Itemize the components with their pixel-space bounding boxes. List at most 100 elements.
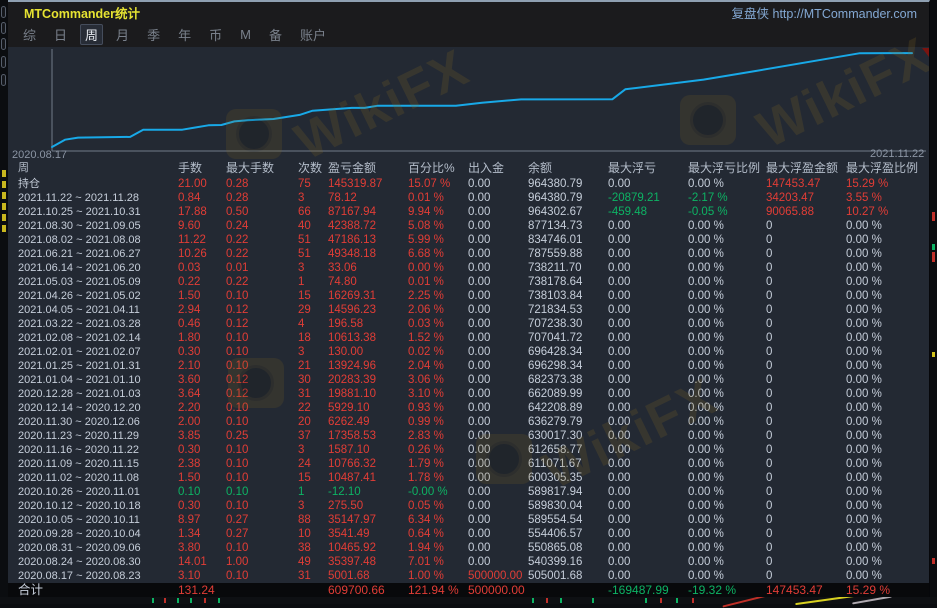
column-header-max-float-loss-pct[interactable]: 最大浮亏比例 bbox=[688, 160, 766, 177]
cell-max-lots: 0.12 bbox=[226, 317, 298, 331]
table-row[interactable]: 2021.11.22 ~ 2021.11.280.840.28378.120.0… bbox=[8, 191, 930, 205]
cell-count: 10 bbox=[298, 527, 328, 541]
table-row[interactable]: 2020.10.05 ~ 2020.10.118.970.278835147.9… bbox=[8, 513, 930, 527]
table-row[interactable]: 2021.02.08 ~ 2021.02.141.800.101810613.3… bbox=[8, 331, 930, 345]
column-header-max-float-loss[interactable]: 最大浮亏 bbox=[608, 160, 688, 177]
cell-period: 2021.08.02 ~ 2021.08.08 bbox=[18, 233, 178, 247]
cell-max-float-profit: 0 bbox=[766, 345, 846, 359]
cell-balance: 554406.57 bbox=[528, 527, 608, 541]
column-header-pct[interactable]: 百分比% bbox=[408, 160, 468, 177]
cell-max-lots: 0.50 bbox=[226, 205, 298, 219]
cell-max-float-profit: 0 bbox=[766, 373, 846, 387]
cell-inout: 0.00 bbox=[468, 261, 528, 275]
brand-link[interactable]: 复盘侠 http://MTCommander.com bbox=[732, 3, 917, 22]
cell-pct: 2.04 % bbox=[408, 359, 468, 373]
table-row[interactable]: 2020.11.16 ~ 2020.11.220.300.1031587.100… bbox=[8, 443, 930, 457]
table-row[interactable]: 2020.11.02 ~ 2020.11.081.500.101510487.4… bbox=[8, 471, 930, 485]
table-row[interactable]: 2021.02.01 ~ 2021.02.070.300.103130.000.… bbox=[8, 345, 930, 359]
background-toolbar-button bbox=[1, 38, 6, 50]
wikifx-watermark-logo bbox=[476, 434, 532, 484]
menu-item-月[interactable]: 月 bbox=[111, 24, 134, 45]
background-yellow-mark bbox=[2, 181, 6, 188]
menu-bar: 综日周月季年币M备账户 bbox=[8, 22, 929, 47]
cell-max-lots: 0.10 bbox=[226, 485, 298, 499]
table-row-holding[interactable]: 持仓21.000.2875145319.8715.07 %0.00964380.… bbox=[8, 177, 930, 191]
cell-lots: 1.50 bbox=[178, 471, 226, 485]
cell-count: 15 bbox=[298, 289, 328, 303]
column-header-pnl[interactable]: 盈亏金额 bbox=[328, 160, 408, 177]
menu-item-M[interactable]: M bbox=[235, 26, 256, 43]
table-row[interactable]: 2021.04.05 ~ 2021.04.112.940.122914596.2… bbox=[8, 303, 930, 317]
cell-period: 2021.08.30 ~ 2021.09.05 bbox=[18, 219, 178, 233]
cell-lots: 0.46 bbox=[178, 317, 226, 331]
cell-max-float-profit: 0 bbox=[766, 261, 846, 275]
cell-count: 88 bbox=[298, 513, 328, 527]
cell-max-float-profit-pct: 0.00 % bbox=[846, 331, 930, 345]
menu-item-币[interactable]: 币 bbox=[204, 24, 227, 45]
cell-balance: 787559.88 bbox=[528, 247, 608, 261]
menu-item-综[interactable]: 综 bbox=[18, 24, 41, 45]
cell-pct: 0.93 % bbox=[408, 401, 468, 415]
cell-pnl: 10465.92 bbox=[328, 541, 408, 555]
candlestick-sliver bbox=[218, 598, 220, 603]
menu-item-日[interactable]: 日 bbox=[49, 24, 72, 45]
cell-balance: 682373.38 bbox=[528, 373, 608, 387]
cell-pnl: 10613.38 bbox=[328, 331, 408, 345]
cell-max-float-profit: 0 bbox=[766, 555, 846, 569]
cell-period: 2020.11.16 ~ 2020.11.22 bbox=[18, 443, 178, 457]
column-header-balance[interactable]: 余额 bbox=[528, 160, 608, 177]
menu-item-季[interactable]: 季 bbox=[142, 24, 165, 45]
cell-max-float-loss-pct: 0.00 % bbox=[688, 233, 766, 247]
table-row[interactable]: 2020.11.09 ~ 2020.11.152.380.102410766.3… bbox=[8, 457, 930, 471]
table-row[interactable]: 2020.12.28 ~ 2021.01.033.640.123119881.1… bbox=[8, 387, 930, 401]
table-row[interactable]: 2021.05.03 ~ 2021.05.090.220.22174.800.0… bbox=[8, 275, 930, 289]
column-header-max-lots[interactable]: 最大手数 bbox=[226, 160, 298, 177]
cell-max-float-profit: 0 bbox=[766, 513, 846, 527]
column-header-period[interactable]: 周 bbox=[18, 160, 178, 177]
table-row[interactable]: 2020.08.31 ~ 2020.09.063.800.103810465.9… bbox=[8, 541, 930, 555]
menu-item-年[interactable]: 年 bbox=[173, 24, 196, 45]
column-header-inout[interactable]: 出入金 bbox=[468, 160, 528, 177]
cell-pnl: 14596.23 bbox=[328, 303, 408, 317]
cell-inout: 0.00 bbox=[468, 275, 528, 289]
cell-pnl: 19881.10 bbox=[328, 387, 408, 401]
menu-item-备[interactable]: 备 bbox=[264, 24, 287, 45]
table-row[interactable]: 2020.11.30 ~ 2020.12.062.000.10206262.49… bbox=[8, 415, 930, 429]
table-row[interactable]: 2021.08.02 ~ 2021.08.0811.220.225147186.… bbox=[8, 233, 930, 247]
table-row[interactable]: 2021.01.04 ~ 2021.01.103.600.123020283.3… bbox=[8, 373, 930, 387]
cell-pnl: 49348.18 bbox=[328, 247, 408, 261]
table-row[interactable]: 2020.10.26 ~ 2020.11.010.100.101-12.10-0… bbox=[8, 485, 930, 499]
cell-pct: 2.83 % bbox=[408, 429, 468, 443]
table-row[interactable]: 2020.10.12 ~ 2020.10.180.300.103275.500.… bbox=[8, 499, 930, 513]
cell-period: 2020.09.28 ~ 2020.10.04 bbox=[18, 527, 178, 541]
table-row[interactable]: 2020.11.23 ~ 2020.11.293.850.253717358.5… bbox=[8, 429, 930, 443]
table-row[interactable]: 2021.06.21 ~ 2021.06.2710.260.225149348.… bbox=[8, 247, 930, 261]
table-row[interactable]: 2021.03.22 ~ 2021.03.280.460.124196.580.… bbox=[8, 317, 930, 331]
table-row[interactable]: 2021.10.25 ~ 2021.10.3117.880.506687167.… bbox=[8, 205, 930, 219]
column-header-lots[interactable]: 手数 bbox=[178, 160, 226, 177]
cell-lots: 1.50 bbox=[178, 289, 226, 303]
background-window-left-sliver bbox=[0, 0, 8, 604]
table-row[interactable]: 2021.08.30 ~ 2021.09.059.600.244042388.7… bbox=[8, 219, 930, 233]
cell-max-float-loss: 0.00 bbox=[608, 275, 688, 289]
column-header-count[interactable]: 次数 bbox=[298, 160, 328, 177]
table-row[interactable]: 2020.08.24 ~ 2020.08.3014.011.004935397.… bbox=[8, 555, 930, 569]
table-row[interactable]: 2021.04.26 ~ 2021.05.021.500.101516269.3… bbox=[8, 289, 930, 303]
menu-item-账户[interactable]: 账户 bbox=[295, 24, 331, 45]
table-row[interactable]: 2021.06.14 ~ 2021.06.200.030.01333.060.0… bbox=[8, 261, 930, 275]
cell-max-float-loss-pct: 0.00 % bbox=[688, 289, 766, 303]
column-header-max-float-profit-pct[interactable]: 最大浮盈比例 bbox=[846, 160, 930, 177]
table-row[interactable]: 2020.09.28 ~ 2020.10.041.340.27103541.49… bbox=[8, 527, 930, 541]
table-row-total[interactable]: 合计131.24609700.66121.94 %500000.00-16948… bbox=[8, 583, 930, 597]
table-row[interactable]: 2021.01.25 ~ 2021.01.312.100.102113924.9… bbox=[8, 359, 930, 373]
cell-max-float-loss-pct: 0.00 % bbox=[688, 513, 766, 527]
cell-inout: 0.00 bbox=[468, 541, 528, 555]
cell-max-float-loss-pct: -0.05 % bbox=[688, 205, 766, 219]
table-row[interactable]: 2020.12.14 ~ 2020.12.202.200.10225929.10… bbox=[8, 401, 930, 415]
cell-inout: 0.00 bbox=[468, 415, 528, 429]
column-header-max-float-profit[interactable]: 最大浮盈金额 bbox=[766, 160, 846, 177]
table-row[interactable]: 2020.08.17 ~ 2020.08.233.100.10315001.68… bbox=[8, 569, 930, 583]
cell-lots: 0.30 bbox=[178, 345, 226, 359]
cell-period: 2021.11.22 ~ 2021.11.28 bbox=[18, 191, 178, 205]
menu-item-周[interactable]: 周 bbox=[80, 24, 103, 45]
